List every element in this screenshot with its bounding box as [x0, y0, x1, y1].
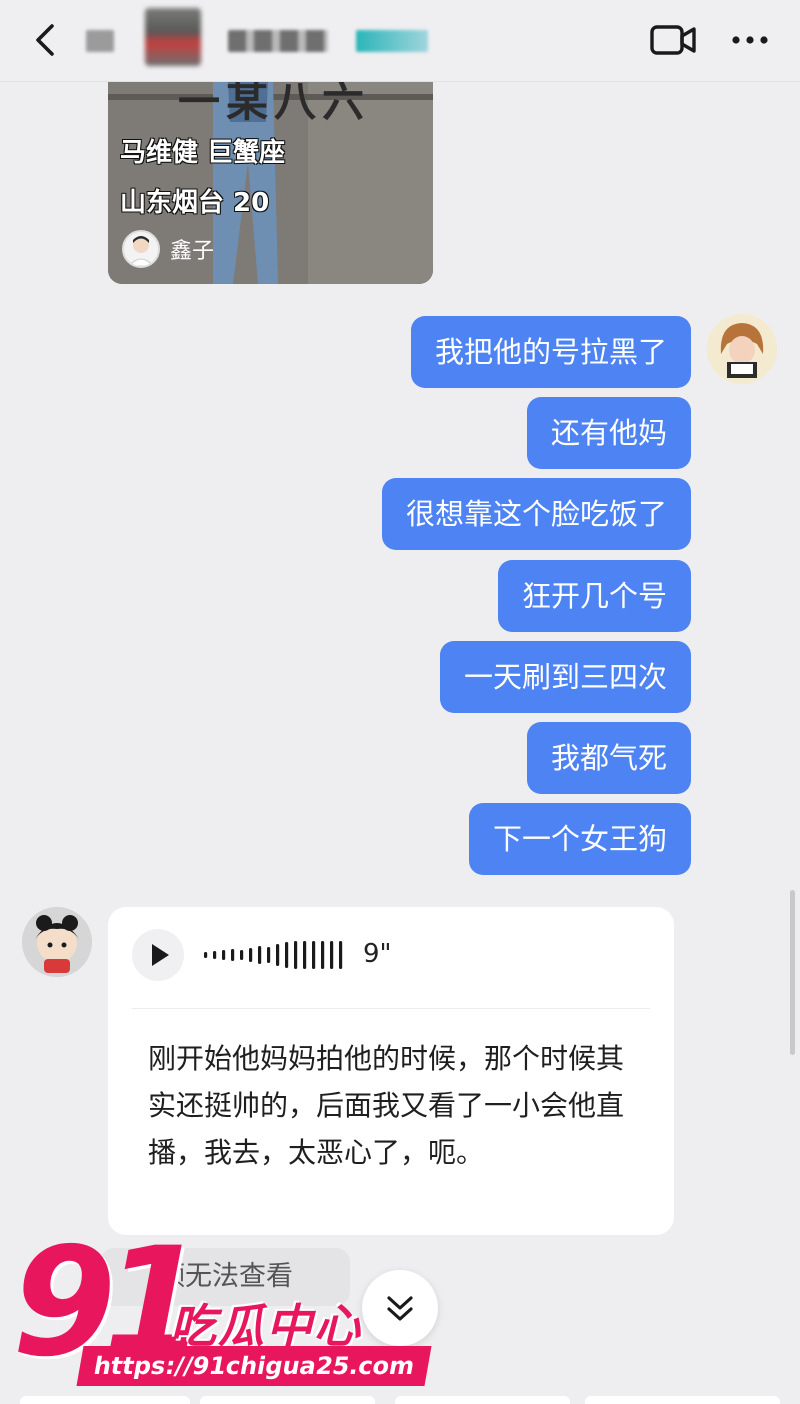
double-chevron-down-icon: [387, 1296, 413, 1321]
more-options-button[interactable]: [728, 26, 772, 54]
play-icon: [152, 944, 169, 966]
shared-post-card[interactable]: 一某八六 马维健 巨蟹座 山东烟台 20 鑫子: [108, 82, 433, 284]
video-camera-icon: [650, 25, 696, 55]
audio-waveform-icon: [204, 941, 343, 969]
quick-reply-chip[interactable]: [395, 1396, 570, 1404]
message-bubble-outgoing[interactable]: 还有他妈: [526, 397, 691, 469]
author-name: 鑫子: [170, 239, 215, 264]
message-bubble-outgoing[interactable]: 我都气死: [526, 722, 691, 794]
redacted-name-part: [228, 30, 328, 52]
divider: [132, 1008, 650, 1009]
scroll-to-bottom-button[interactable]: [362, 1270, 438, 1346]
contact-avatar[interactable]: [22, 907, 92, 977]
voice-play-button[interactable]: [132, 929, 184, 981]
redacted-name-part: [356, 30, 428, 52]
redacted-contact-avatar: [145, 8, 201, 66]
back-button[interactable]: [28, 20, 64, 60]
message-bubble-outgoing[interactable]: 我把他的号拉黑了: [410, 316, 691, 388]
card-info-line: 马维健 巨蟹座: [120, 138, 286, 168]
message-bubble-outgoing[interactable]: 狂开几个号: [497, 560, 691, 632]
card-banner-text: 一某八六: [178, 82, 371, 126]
message-bubble-outgoing[interactable]: 下一个女王狗: [468, 803, 691, 875]
my-avatar[interactable]: [707, 314, 777, 384]
author-avatar: [122, 230, 160, 268]
voice-duration: 9": [363, 939, 392, 969]
more-dots-icon: [732, 36, 768, 44]
redacted-name-part: [86, 30, 114, 52]
voice-message-card: 9" 刚开始他妈妈拍他的时候，那个时候其实还挺帅的，后面我又看了一小会他直播，我…: [108, 907, 674, 1235]
watermark-url: https://91chigua25.com: [76, 1346, 432, 1386]
scrollbar[interactable]: [790, 890, 795, 1055]
message-bubble-outgoing[interactable]: 很想靠这个脸吃饭了: [381, 478, 691, 550]
card-info-line: 山东烟台 20: [120, 188, 270, 218]
voice-transcript: 刚开始他妈妈拍他的时候，那个时候其实还挺帅的，后面我又看了一小会他直播，我去，太…: [148, 1042, 625, 1169]
video-call-button[interactable]: [648, 22, 698, 58]
chevron-left-icon: [36, 24, 54, 56]
quick-reply-chip[interactable]: [20, 1396, 190, 1404]
message-bubble-outgoing[interactable]: 一天刷到三四次: [439, 641, 691, 713]
card-author: 鑫子: [122, 230, 214, 268]
quick-reply-chip[interactable]: [585, 1396, 780, 1404]
quick-reply-chip[interactable]: [200, 1396, 375, 1404]
chat-header: [0, 0, 800, 82]
